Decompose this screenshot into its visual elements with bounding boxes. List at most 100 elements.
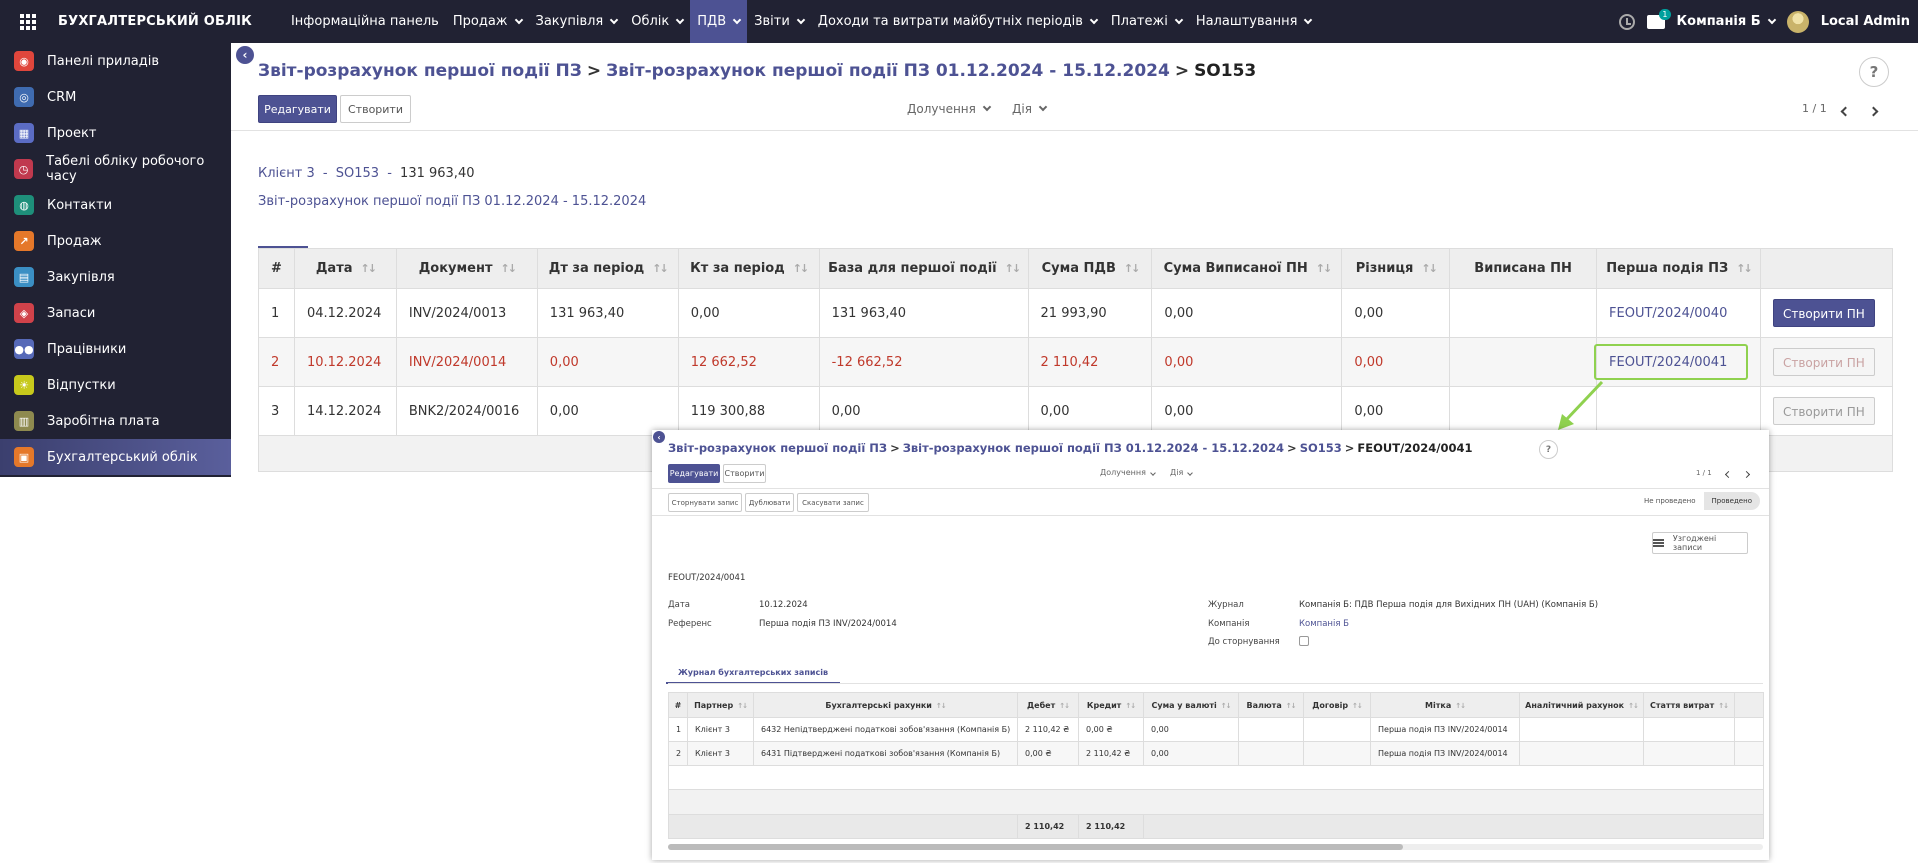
menu-sales[interactable]: Продаж: [446, 0, 529, 43]
col-partner[interactable]: Партнер ↑↓: [687, 692, 754, 718]
reverse-entry-button[interactable]: Сторнувати запис: [668, 493, 742, 512]
back-arrow-icon[interactable]: ‹: [236, 46, 254, 64]
journal-entry-preview: ‹ Звіт-розрахунок першої події ПЗ > Звіт-р…: [652, 430, 1769, 860]
edit-button[interactable]: Редагувати: [668, 464, 720, 483]
sidebar-item-dashboard[interactable]: ◉ Панелі приладів: [0, 43, 231, 79]
journal-items-table: # Партнер ↑↓ Бухгалтерські рахунки ↑↓ Дебе…: [668, 692, 1764, 839]
col-currency[interactable]: Валюта ↑↓: [1238, 692, 1304, 718]
to-reverse-checkbox[interactable]: [1299, 636, 1309, 646]
sidebar-item-leaves[interactable]: ☀ Відпустки: [0, 367, 231, 403]
edit-button[interactable]: Редагувати: [258, 95, 337, 123]
duplicate-button[interactable]: Дублювати: [745, 493, 794, 512]
col-difference[interactable]: Різниця ↑↓: [1341, 248, 1451, 289]
horizontal-scrollbar[interactable]: [668, 844, 1763, 850]
attachments-dropdown[interactable]: Долучення: [907, 102, 992, 116]
cell-difference: 0,00: [1341, 386, 1451, 436]
help-button[interactable]: ?: [1859, 57, 1889, 87]
document-link[interactable]: SO153: [336, 166, 379, 181]
col-contract[interactable]: Договір ↑↓: [1303, 692, 1371, 718]
record-summary: Клієнт 3 - SO153 - 131 963,40: [258, 166, 474, 181]
cell-issued: [1449, 288, 1598, 338]
create-tax-invoice-button[interactable]: Створити ПН: [1772, 299, 1875, 327]
menu-dashboard[interactable]: Інформаційна панель: [284, 0, 446, 43]
apps-menu-icon[interactable]: [6, 0, 50, 43]
table-row[interactable]: 3 14.12.2024 BNK2/2024/0016 0,00 119 300…: [258, 386, 1894, 436]
sidebar-item-payroll[interactable]: ▥ Заробітна плата: [0, 403, 231, 439]
sidebar: ◉ Панелі приладів ◎ CRM ▦ Проект ◷ Табелі облік…: [0, 43, 231, 477]
col-analytic[interactable]: Аналітичний рахунок ↑↓: [1519, 692, 1644, 718]
col-credit[interactable]: Кредит ↑↓: [1078, 692, 1144, 718]
col-vat-amount[interactable]: Сума ПДВ ↑↓: [1027, 248, 1153, 289]
create-button[interactable]: Створити: [723, 464, 766, 483]
col-amount-currency[interactable]: Сума у валюті ↑↓: [1143, 692, 1239, 718]
reconciled-entries-button[interactable]: Узгоджені записи: [1652, 532, 1748, 554]
breadcrumb-link-period[interactable]: Звіт-розрахунок першої події ПЗ 01.12.20…: [606, 61, 1170, 81]
col-first-event-base[interactable]: База для першої події ↑↓: [818, 248, 1029, 289]
create-tax-invoice-button: Створити ПН: [1772, 397, 1875, 425]
company-link[interactable]: Компанія Б: [1299, 619, 1349, 629]
breadcrumb-link-report[interactable]: Звіт-розрахунок першої події ПЗ: [668, 441, 887, 455]
chat-icon[interactable]: 1: [1646, 8, 1671, 29]
menu-settings[interactable]: Налаштування: [1189, 0, 1319, 43]
first-event-link[interactable]: FEOUT/2024/0040: [1609, 306, 1727, 321]
menu-reports[interactable]: Звіти: [747, 0, 811, 43]
menu-accounting[interactable]: Облік: [624, 0, 690, 43]
pager-next-icon[interactable]: [1868, 104, 1879, 118]
col-debit[interactable]: Дебет ↑↓: [1017, 692, 1079, 718]
col-label[interactable]: Мітка ↑↓: [1370, 692, 1520, 718]
pager-prev-icon[interactable]: [1724, 470, 1733, 480]
table-row[interactable]: 1 04.12.2024 INV/2024/0013 131 963,40 0,…: [258, 288, 1894, 338]
attachments-dropdown[interactable]: Долучення: [1100, 468, 1156, 477]
col-date[interactable]: Дата ↑↓: [293, 248, 397, 289]
sort-icon: ↑↓: [1352, 701, 1363, 710]
col-issued: Виписана ПН: [1449, 248, 1598, 289]
sidebar-item-project[interactable]: ▦ Проект: [0, 115, 231, 151]
col-account[interactable]: Бухгалтерські рахунки ↑↓: [753, 692, 1018, 718]
help-button[interactable]: ?: [1539, 440, 1558, 459]
avatar[interactable]: [1786, 10, 1809, 33]
sidebar-item-employees[interactable]: ●● Працівники: [0, 331, 231, 367]
col-document[interactable]: Документ ↑↓: [395, 248, 538, 289]
action-dropdown[interactable]: Дія: [1012, 102, 1048, 116]
report-link[interactable]: Звіт-розрахунок першої події ПЗ 01.12.20…: [258, 194, 646, 209]
back-arrow-icon[interactable]: ‹: [653, 431, 665, 443]
sidebar-item-crm[interactable]: ◎ CRM: [0, 79, 231, 115]
scrollbar-thumb[interactable]: [668, 844, 1403, 850]
create-button[interactable]: Створити: [340, 95, 411, 123]
col-issued-sum[interactable]: Сума Виписаної ПН ↑↓: [1151, 248, 1343, 289]
breadcrumb-link-report[interactable]: Звіт-розрахунок першої події ПЗ: [258, 61, 582, 81]
sidebar-item-purchase[interactable]: ▤ Закупівля: [0, 259, 231, 295]
tab-journal-items[interactable]: Журнал бухгалтерських записів: [666, 668, 840, 684]
activity-clock-icon[interactable]: [1618, 13, 1635, 30]
menu-vat[interactable]: ПДВ: [690, 0, 748, 43]
company-switcher[interactable]: Компанія Б: [1677, 14, 1776, 29]
sidebar-item-contacts[interactable]: ◍ Контакти: [0, 187, 231, 223]
menu-payments[interactable]: Платежі: [1104, 0, 1189, 43]
col-credit-period[interactable]: Кт за період ↑↓: [677, 248, 820, 289]
table-row[interactable]: 1 Клієнт 3 6432 Непідтверджені податкові…: [668, 717, 1764, 742]
col-debit-period[interactable]: Дт за період ↑↓: [536, 248, 679, 289]
sidebar-item-accounting[interactable]: ▣ Бухгалтерський облік: [0, 439, 231, 475]
sort-icon: ↑↓: [1628, 701, 1639, 710]
sidebar-item-label: Відпустки: [47, 377, 116, 393]
breadcrumb-link-order[interactable]: SO153: [1300, 441, 1342, 455]
sidebar-item-inventory[interactable]: ◈ Запаси: [0, 295, 231, 331]
pager-prev-icon[interactable]: [1840, 104, 1851, 118]
menu-purchase[interactable]: Закупівля: [529, 0, 625, 43]
action-dropdown[interactable]: Дія: [1170, 468, 1194, 477]
breadcrumb-link-period[interactable]: Звіт-розрахунок першої події ПЗ 01.12.20…: [903, 441, 1284, 455]
col-first-event[interactable]: Перша подія ПЗ ↑↓: [1596, 248, 1761, 289]
cell-expense: [1643, 717, 1735, 742]
sidebar-item-timesheet[interactable]: ◷ Табелі обліку робочого часу: [0, 151, 231, 187]
col-expense[interactable]: Стаття витрат ↑↓: [1643, 692, 1735, 718]
pager-next-icon[interactable]: [1742, 470, 1751, 480]
table-row[interactable]: 2 Клієнт 3 6431 Підтверджені податкові з…: [668, 741, 1764, 766]
menu-deferred[interactable]: Доходи та витрати майбутніх періодів: [811, 0, 1104, 43]
cancel-entry-button[interactable]: Скасувати запис: [797, 493, 869, 512]
status-draft[interactable]: Не проведено: [1636, 492, 1704, 510]
client-link[interactable]: Клієнт 3: [258, 166, 315, 181]
sidebar-item-sales[interactable]: ↗ Продаж: [0, 223, 231, 259]
user-menu[interactable]: Local Admin: [1821, 14, 1910, 29]
status-posted[interactable]: Проведено: [1703, 492, 1760, 510]
cell-partner: Клієнт 3: [687, 717, 754, 742]
